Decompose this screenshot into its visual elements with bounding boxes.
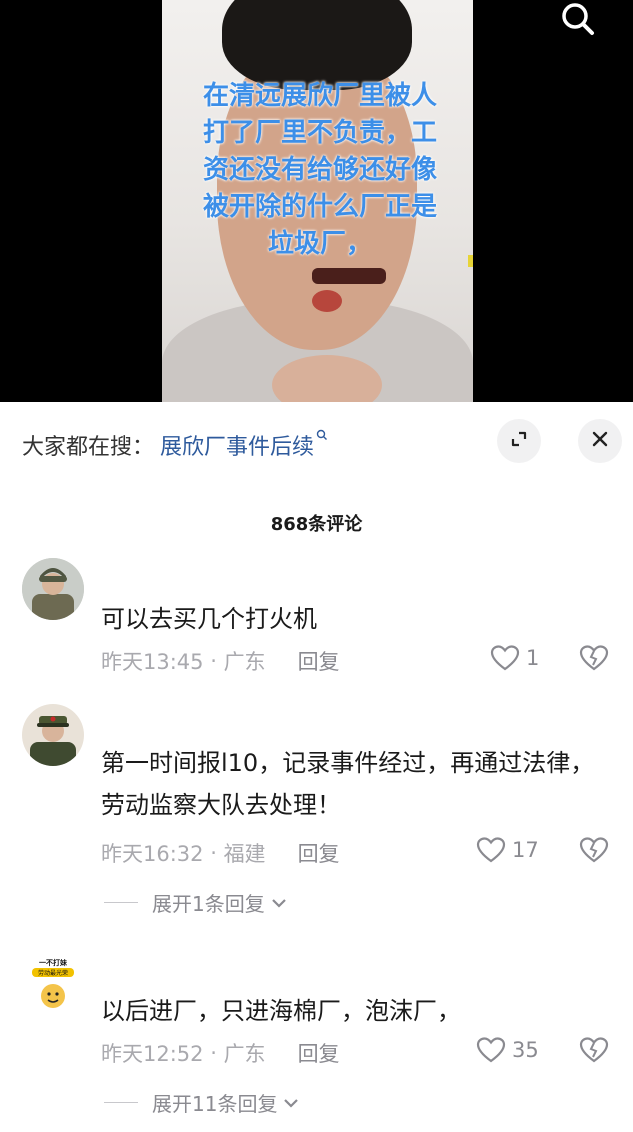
like-count: 17 [512,838,539,862]
expand-divider [104,1102,138,1103]
expand-icon [509,429,529,453]
avatar[interactable] [22,704,84,766]
expand-replies-label: 展开11条回复 [152,1092,278,1116]
expand-replies-label: 展开1条回复 [152,892,265,916]
dislike-button[interactable] [579,644,609,676]
chevron-down-icon [271,898,286,908]
comment-meta: 昨天12:52 · 广东 回复 [101,1038,340,1068]
expand-sheet-button[interactable] [497,419,541,463]
comments-sheet: 大家都在搜： 展欣厂事件后续 868条评论 可以去买几个打火机 昨天13:45 … [0,402,633,1132]
broken-heart-icon [579,645,609,671]
avatar[interactable] [22,558,84,620]
trending-search[interactable]: 大家都在搜： 展欣厂事件后续 [22,428,328,462]
video-background-mark [468,255,473,267]
reply-button[interactable]: 回复 [298,646,340,676]
heart-icon [476,1037,506,1063]
expand-divider [104,902,138,903]
meta-separator: · [203,1041,224,1065]
comment-text: 以后进厂，只进海棉厂，泡沫厂， [101,997,461,1025]
trending-search-label: 大家都在搜： [22,435,155,460]
like-button[interactable]: 35 [476,1036,539,1064]
reply-button[interactable]: 回复 [298,838,340,868]
chevron-down-icon [284,1098,299,1108]
video-player[interactable]: 在清远展欣厂里被人打了厂里不负责，工资还没有给够还好像被开除的什么厂正是垃圾厂， [0,0,633,402]
comment-time: 昨天13:45 [101,650,204,674]
comment-location: 福建 [223,842,266,866]
close-sheet-button[interactable] [578,419,622,463]
video-figure-mouth [312,268,386,284]
heart-icon [476,837,506,863]
avatar[interactable]: 一不打妹 劳动最光荣 [22,952,84,1014]
video-figure-hair [222,0,412,90]
heart-icon [490,645,520,671]
dislike-button[interactable] [579,1036,609,1068]
dislike-button[interactable] [579,836,609,868]
comment-location: 广东 [223,1042,266,1066]
expand-replies[interactable]: 展开11条回复 [104,1088,301,1117]
comment-item: 可以去买几个打火机 昨天13:45 · 广东 回复 1 [0,554,633,684]
expand-replies[interactable]: 展开1条回复 [104,888,289,917]
video-overlay-text: 在清远展欣厂里被人打了厂里不负责，工资还没有给够还好像被开除的什么厂正是垃圾厂， [202,81,437,259]
comment-text: 第一时间报l10，记录事件经过，再通过法律，劳动监察大队去处理！ [101,749,595,819]
comment-time: 昨天16:32 [101,842,204,866]
close-icon [590,429,610,453]
comment-time: 昨天12:52 [101,1042,204,1066]
meta-separator: · [203,649,224,673]
like-button[interactable]: 17 [476,836,539,864]
avatar-caption-line1: 一不打妹 [39,958,68,967]
avatar-caption-line2: 劳动最光荣 [38,969,68,977]
small-search-icon [316,429,328,445]
search-icon[interactable] [558,0,598,38]
like-button[interactable]: 1 [490,644,539,672]
video-figure-injury [312,290,342,312]
reply-button[interactable]: 回复 [298,1038,340,1068]
like-count: 1 [526,646,540,670]
comment-count: 868条评论 [270,514,363,535]
like-count: 35 [512,1038,539,1062]
meta-separator: · [203,841,224,865]
comment-meta: 昨天16:32 · 福建 回复 [101,838,340,868]
trending-search-term[interactable]: 展欣厂事件后续 [160,429,314,461]
comment-text: 可以去买几个打火机 [101,605,317,633]
broken-heart-icon [579,837,609,863]
comment-meta: 昨天13:45 · 广东 回复 [101,646,340,676]
broken-heart-icon [579,1037,609,1063]
comment-item: 一不打妹 劳动最光荣 以后进厂，只进海棉厂，泡沫厂， 昨天12:52 · 广东 … [0,948,633,1132]
comment-item: 第一时间报l10，记录事件经过，再通过法律，劳动监察大队去处理！ 昨天16:32… [0,700,633,930]
comment-location: 广东 [223,650,266,674]
